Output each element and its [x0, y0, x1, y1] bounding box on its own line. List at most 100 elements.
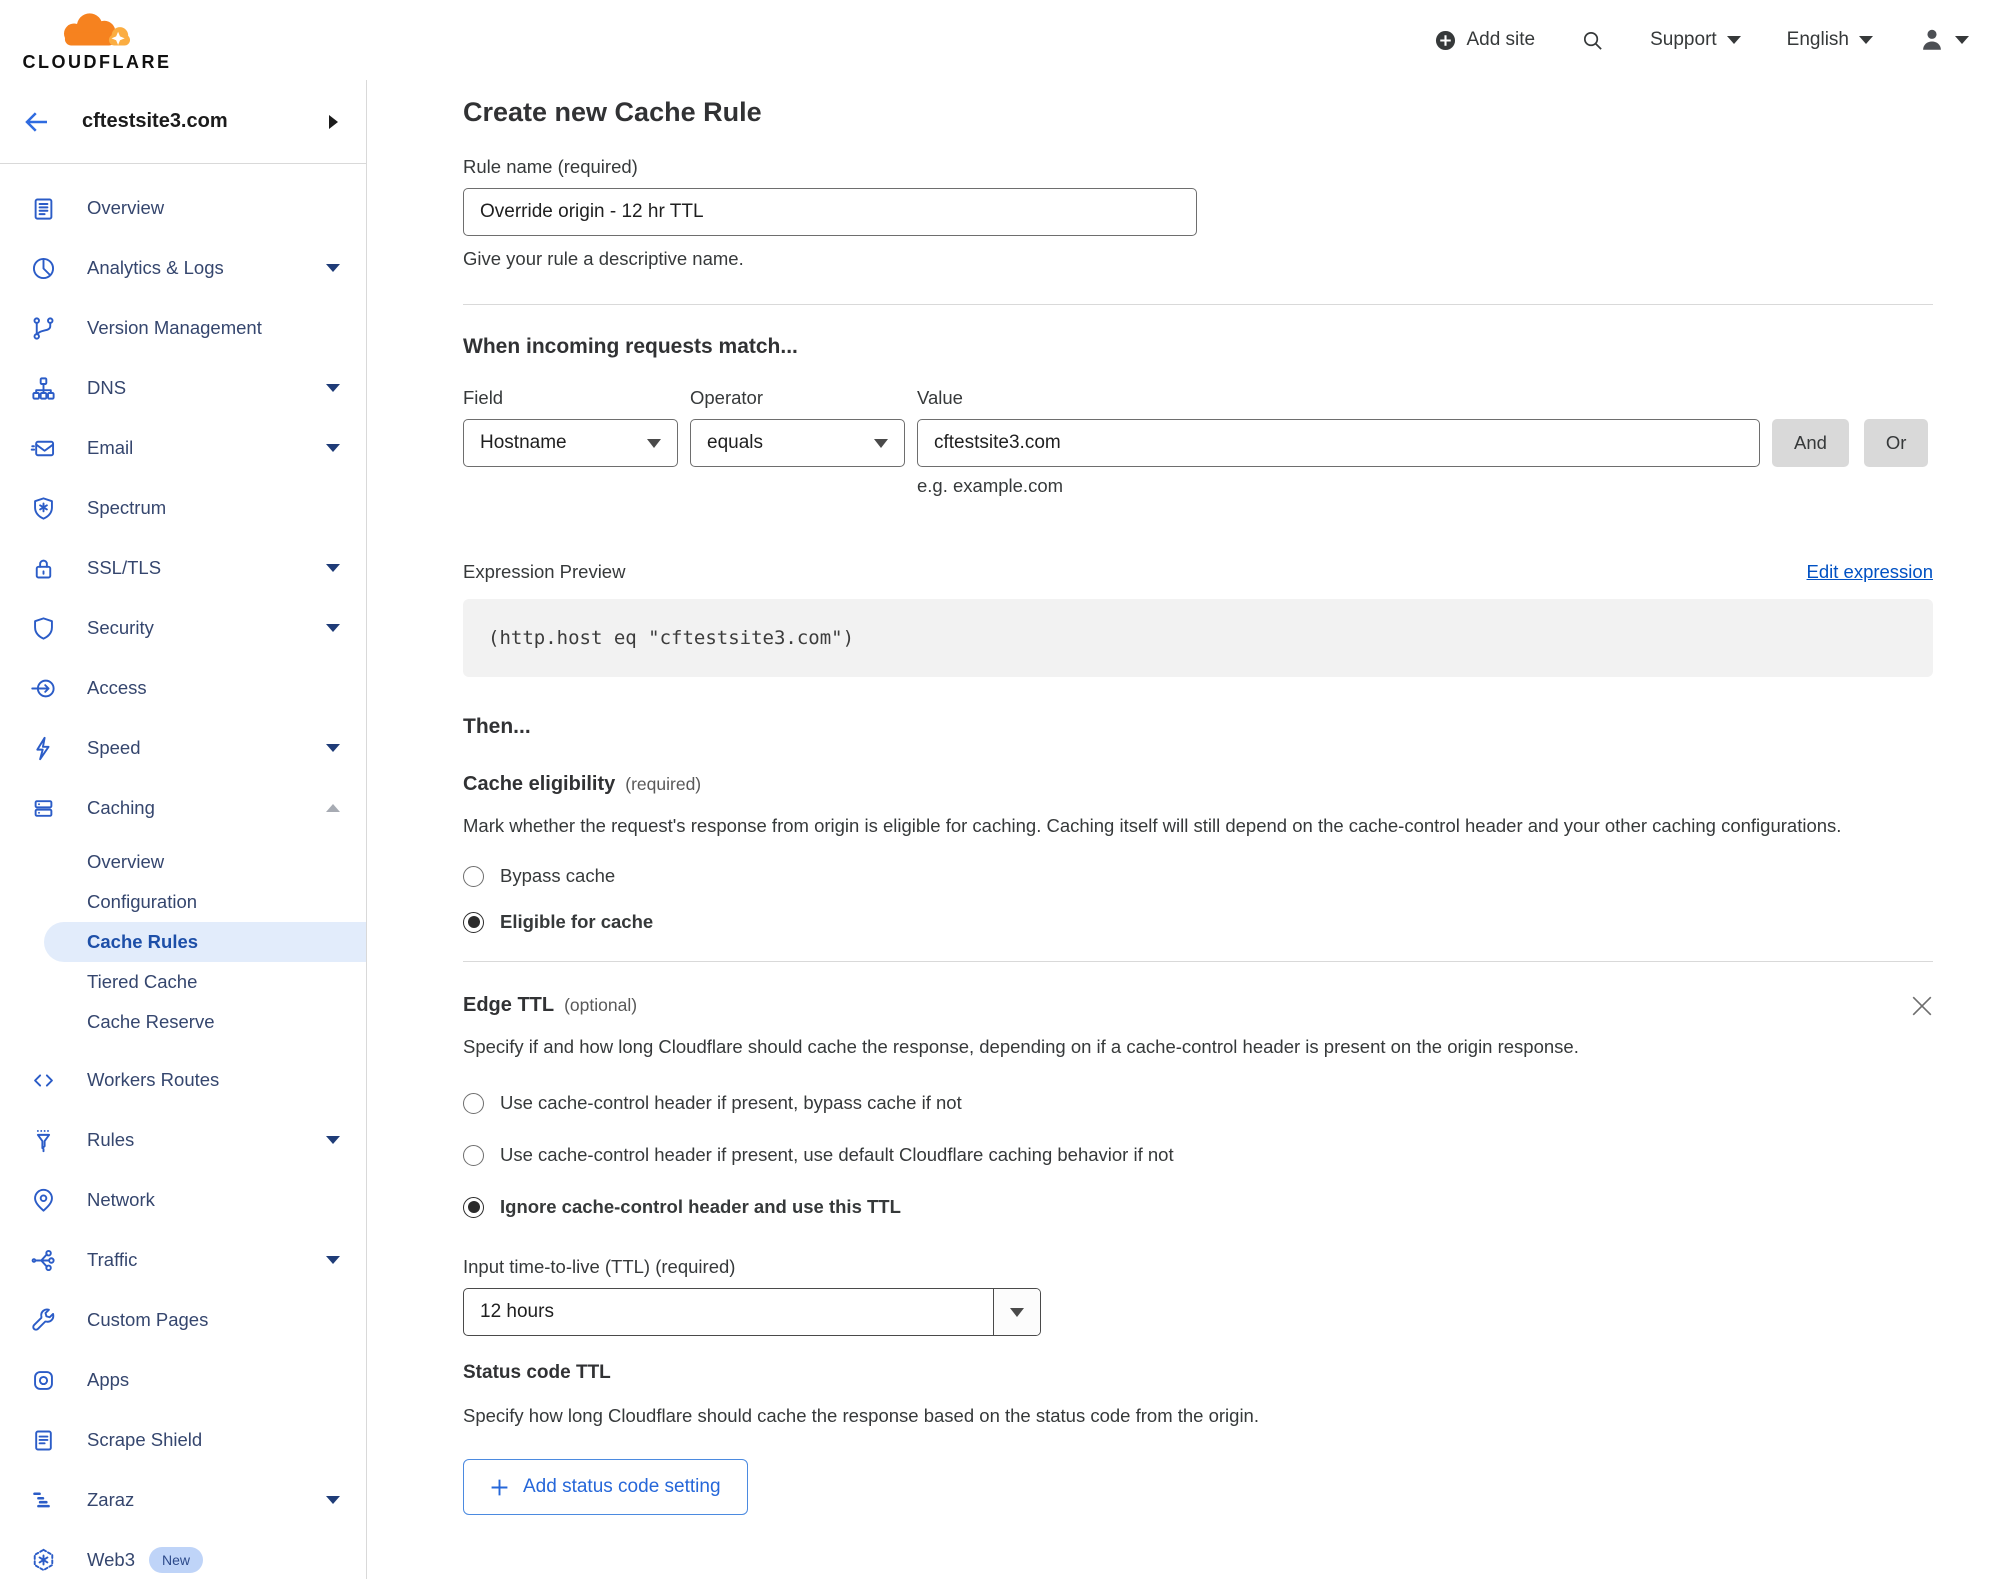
sidebar-item-scrape-shield[interactable]: Scrape Shield [0, 1410, 366, 1470]
sidebar-item-network[interactable]: Network [0, 1170, 366, 1230]
field-select-value: Hostname [480, 432, 567, 453]
section-divider [463, 304, 1933, 305]
sidebar-item-zaraz[interactable]: Zaraz [0, 1470, 366, 1530]
support-label: Support [1650, 29, 1717, 50]
sidebar-item-security[interactable]: Security [0, 598, 366, 658]
user-icon [1919, 27, 1945, 53]
close-icon[interactable] [1911, 995, 1933, 1017]
subnav-item-cache-reserve[interactable]: Cache Reserve [0, 1002, 366, 1042]
site-switcher-caret-icon[interactable] [329, 114, 338, 129]
edge-ttl-header: Edge TTL (optional) [463, 994, 1933, 1017]
status-code-ttl-heading: Status code TTL [463, 1362, 611, 1383]
edit-expression-link[interactable]: Edit expression [1807, 561, 1933, 583]
ttl-select-arrow-button[interactable] [994, 1289, 1040, 1335]
ttl-select[interactable]: 12 hours [463, 1288, 1041, 1336]
stacked-bars-icon [30, 1487, 57, 1514]
expression-code-block: (http.host eq "cftestsite3.com") [463, 599, 1933, 677]
search-icon [1581, 29, 1604, 52]
main-content: Create new Cache Rule Rule name (require… [367, 80, 1999, 1579]
chevron-down-icon [1955, 36, 1969, 44]
sidebar-item-version-management[interactable]: Version Management [0, 298, 366, 358]
radio-eligible-for-cache[interactable]: Eligible for cache [463, 911, 1933, 933]
value-label: Value [917, 387, 963, 408]
subnav-item-cache-rules[interactable]: Cache Rules [44, 922, 366, 962]
radio-icon [463, 865, 484, 887]
sidebar-item-web3[interactable]: Web3 New [0, 1530, 366, 1579]
chevron-down-icon [326, 384, 340, 392]
search-button[interactable] [1581, 29, 1604, 52]
language-menu[interactable]: English [1787, 29, 1873, 51]
sidebar-item-apps[interactable]: Apps [0, 1350, 366, 1410]
language-label: English [1786, 29, 1849, 50]
sidebar-item-overview[interactable]: Overview [0, 178, 366, 238]
radio-ignore-cache-control[interactable]: Ignore cache-control header and use this… [463, 1196, 1933, 1218]
cloudflare-wordmark: CLOUDFLARE [22, 52, 172, 72]
shield-asterisk-icon [30, 495, 57, 522]
operator-select-value: equals [707, 432, 763, 453]
sidebar-item-access[interactable]: Access [0, 658, 366, 718]
app-squircle-icon [30, 1367, 57, 1394]
rule-name-input[interactable] [463, 188, 1197, 236]
chevron-down-icon [874, 438, 888, 448]
add-site-button[interactable]: Add site [1435, 29, 1535, 51]
edge-ttl-description: Specify if and how long Cloudflare shoul… [463, 1036, 1579, 1057]
chevron-down-icon [326, 564, 340, 572]
sidebar-item-ssl-tls[interactable]: SSL/TLS [0, 538, 366, 598]
sidebar-item-traffic[interactable]: Traffic [0, 1230, 366, 1290]
add-status-code-button[interactable]: Add status code setting [463, 1459, 748, 1515]
code-brackets-icon [30, 1067, 57, 1094]
section-divider [463, 961, 1933, 962]
operator-select[interactable]: equals [690, 419, 905, 467]
account-menu[interactable] [1919, 27, 1969, 53]
pie-chart-icon [30, 255, 57, 282]
and-button[interactable]: And [1772, 419, 1849, 467]
sidebar: cftestsite3.com Overview Analytics & Log… [0, 80, 367, 1579]
subnav-item-overview[interactable]: Overview [0, 842, 366, 882]
radio-checked-icon [463, 911, 484, 933]
funnel-icon [30, 1127, 57, 1154]
or-button[interactable]: Or [1863, 419, 1929, 467]
radio-checked-icon [463, 1196, 484, 1218]
sidebar-nav: Overview Analytics & Logs Version Manage… [0, 164, 366, 1579]
shield-icon [30, 615, 57, 642]
cloudflare-cloud-icon [51, 7, 143, 51]
sidebar-item-caching[interactable]: Caching [0, 778, 366, 838]
field-select[interactable]: Hostname [463, 419, 678, 467]
value-help: e.g. example.com [917, 475, 1064, 496]
subnav-item-configuration[interactable]: Configuration [0, 882, 366, 922]
sidebar-item-analytics-logs[interactable]: Analytics & Logs [0, 238, 366, 298]
sidebar-item-workers-routes[interactable]: Workers Routes [0, 1050, 366, 1110]
match-row: Field Hostname Operator equals Value e.g… [463, 387, 1933, 497]
clipboard-icon [30, 195, 57, 222]
ttl-select-value: 12 hours [464, 1289, 994, 1335]
top-bar: CLOUDFLARE Add site Support English [0, 0, 1999, 80]
new-badge: New [149, 1547, 204, 1573]
sidebar-item-custom-pages[interactable]: Custom Pages [0, 1290, 366, 1350]
caching-subnav: Overview Configuration Cache Rules Tiere… [0, 842, 366, 1042]
cache-eligibility-heading: Cache eligibility (required) [463, 773, 702, 795]
wrench-icon [30, 1307, 57, 1334]
sidebar-item-email[interactable]: Email [0, 418, 366, 478]
subnav-item-tiered-cache[interactable]: Tiered Cache [0, 962, 366, 1002]
chevron-down-icon [326, 264, 340, 272]
ttl-input-label: Input time-to-live (TTL) (required) [463, 1256, 736, 1277]
sidebar-item-spectrum[interactable]: Spectrum [0, 478, 366, 538]
sidebar-item-dns[interactable]: DNS [0, 358, 366, 418]
sidebar-item-rules[interactable]: Rules [0, 1110, 366, 1170]
radio-cache-control-default[interactable]: Use cache-control header if present, use… [463, 1144, 1933, 1166]
match-value-input[interactable] [917, 419, 1760, 467]
sitemap-icon [30, 375, 57, 402]
sidebar-item-speed[interactable]: Speed [0, 718, 366, 778]
support-menu[interactable]: Support [1650, 29, 1741, 51]
radio-bypass-cache[interactable]: Bypass cache [463, 865, 1933, 887]
padlock-icon [30, 555, 57, 582]
required-tag: (required) [625, 774, 702, 794]
operator-label: Operator [690, 387, 764, 408]
radio-cache-control-bypass[interactable]: Use cache-control header if present, byp… [463, 1092, 1933, 1114]
envelope-icon [30, 435, 57, 462]
edge-ttl-options: Use cache-control header if present, byp… [463, 1092, 1933, 1218]
document-icon [30, 1427, 57, 1454]
cloudflare-logo[interactable]: CLOUDFLARE [18, 7, 176, 73]
back-arrow-icon[interactable] [22, 107, 52, 137]
chevron-down-icon [326, 624, 340, 632]
